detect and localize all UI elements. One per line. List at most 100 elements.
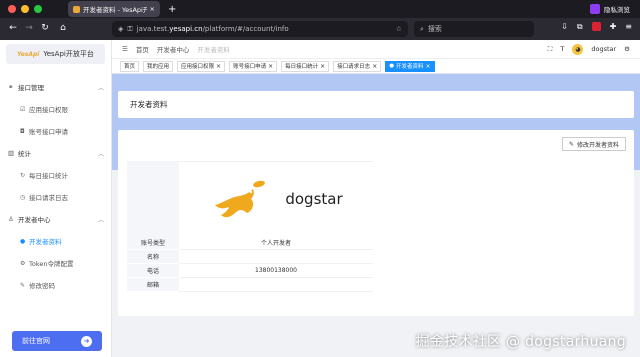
platform-logo[interactable]: YesApi YesApi开放平台	[6, 44, 105, 64]
tag-my-apps[interactable]: 我的应用	[143, 60, 174, 72]
sidebar-item-app-permissions[interactable]: ☑ 应用接口权限	[0, 98, 112, 120]
clock-icon: ◷	[20, 193, 26, 201]
window-controls	[8, 5, 42, 13]
username[interactable]: dogstar	[591, 45, 616, 53]
close-tag-icon[interactable]: ×	[216, 63, 221, 70]
breadcrumb-current: 开发者资料	[197, 46, 230, 54]
sidebar-item-change-password[interactable]: ✎ 修改密码	[0, 274, 112, 296]
tag-request-log[interactable]: 接口请求日志 ×	[333, 60, 382, 72]
collapse-menu-icon[interactable]: ☰	[122, 45, 128, 53]
field-label: 电话	[127, 264, 179, 278]
close-tag-icon[interactable]: ×	[320, 63, 325, 70]
sidebar-item-token-config[interactable]: ⚙ Token令牌配置	[0, 252, 112, 274]
chevron-up-icon: ︿	[97, 216, 104, 224]
favicon-icon	[73, 5, 80, 13]
profile-row-account-type: 账号类型 个人开发者	[127, 236, 373, 250]
puzzle-icon[interactable]: ✚	[610, 22, 617, 32]
close-tag-icon[interactable]: ×	[268, 63, 273, 70]
minimize-window-button[interactable]	[21, 5, 29, 13]
breadcrumb-developer-center[interactable]: 开发者中心	[157, 44, 190, 54]
field-label: 名称	[127, 250, 179, 264]
profile-row-email: 邮箱	[127, 278, 373, 292]
breadcrumb-home[interactable]: 首页	[136, 44, 149, 54]
profile-card: ✎ 修改开发者资料 dogstar 账号类型 个人开发者 名称 电话 13800…	[118, 130, 634, 316]
shield-icon: ◈	[118, 25, 124, 33]
settings-icon[interactable]: ⚙	[624, 45, 630, 53]
close-tag-icon[interactable]: ×	[426, 63, 431, 70]
new-tab-button[interactable]: +	[168, 4, 176, 15]
chevron-up-icon: ︿	[97, 84, 104, 92]
chevron-up-icon: ︿	[97, 150, 104, 158]
menu-group-label: 统计	[18, 150, 31, 158]
edit-icon: ✎	[568, 140, 574, 148]
tag-app-permissions[interactable]: 应用接口权限 ×	[177, 60, 226, 72]
private-browsing-icon	[590, 4, 600, 14]
bookmark-star-icon[interactable]: ☆	[396, 25, 402, 33]
search-icon: ⌕	[420, 24, 424, 33]
toolbar-icons: ⇩ ⧉ ✚ ≡	[561, 22, 632, 32]
menu-group-stats[interactable]: ▥ 统计 ︿	[0, 142, 112, 164]
profile-row-name: 名称	[127, 250, 373, 264]
profile-logo-name: dogstar	[285, 190, 343, 208]
go-button-label: 前往官网	[22, 337, 50, 345]
forward-icon[interactable]: →	[22, 23, 36, 33]
font-size-icon[interactable]: T	[560, 45, 564, 53]
settings-icon: ⚙	[20, 259, 26, 267]
sidebar-item-label: 修改密码	[29, 282, 55, 290]
tags-view-bar: 首页 我的应用 应用接口权限 × 账号接口申请 × 每日接口统计 × 接口请求日志 × …	[112, 58, 640, 74]
label-cell	[127, 161, 179, 236]
page-title: 开发者资料	[118, 91, 634, 118]
field-value	[179, 278, 373, 292]
close-tab-icon[interactable]: ×	[150, 5, 155, 13]
menu-group-api[interactable]: ⚭ 接口管理 ︿	[0, 76, 112, 98]
reload-icon[interactable]: ↻	[38, 23, 52, 33]
key-icon: ⚿	[127, 24, 133, 33]
tag-home[interactable]: 首页	[120, 60, 140, 72]
avatar[interactable]: ◕	[572, 43, 584, 55]
sidebar-item-daily-stats[interactable]: ↻ 每日接口统计	[0, 164, 112, 186]
url-text: java.test.yesapi.cn/platform/#/account/i…	[136, 25, 289, 33]
tag-account-apply[interactable]: 账号接口申请 ×	[229, 60, 278, 72]
download-icon[interactable]: ⇩	[561, 22, 568, 32]
edit-icon: ✎	[20, 281, 26, 289]
private-browsing-indicator: 隐私浏览	[590, 4, 630, 14]
profile-table: dogstar 账号类型 个人开发者 名称 电话 13800138000 邮箱	[127, 161, 373, 292]
close-tag-icon[interactable]: ×	[372, 63, 377, 70]
sidebar-item-label: 应用接口权限	[29, 106, 68, 114]
search-bar[interactable]: ⌕ 搜索	[414, 21, 534, 37]
edit-profile-label: 修改开发者资料	[576, 141, 619, 149]
close-window-button[interactable]	[8, 5, 16, 13]
browser-tab[interactable]: 开发者资料 - YesApi开放平台 ×	[68, 1, 160, 17]
fullscreen-icon[interactable]: ⛶	[548, 45, 553, 54]
sidebar-item-label: 接口请求日志	[29, 194, 68, 202]
extensions-icon[interactable]: ⧉	[577, 22, 583, 32]
info-icon: ●	[20, 237, 26, 245]
browser-tab-bar: 开发者资料 - YesApi开放平台 × + 隐私浏览	[0, 0, 640, 18]
menu-group-developer[interactable]: ♙ 开发者中心 ︿	[0, 208, 112, 230]
sidebar-item-developer-profile[interactable]: ● 开发者资料	[0, 230, 112, 252]
top-bar: ☰ 首页 开发者中心 开发者资料 ⛶ T ◕ dogstar ⚙	[112, 40, 640, 58]
sidebar-item-label: Token令牌配置	[29, 260, 74, 268]
extension-icon[interactable]	[591, 22, 601, 31]
tag-daily-stats[interactable]: 每日接口统计 ×	[281, 60, 330, 72]
field-value: 13800138000	[179, 264, 373, 278]
tag-developer-profile[interactable]: ● 开发者资料 ×	[385, 60, 435, 72]
go-official-site-button[interactable]: 前往官网 ➜	[12, 331, 102, 351]
user-icon: ♙	[8, 215, 14, 223]
zoom-window-button[interactable]	[34, 5, 42, 13]
bar-chart-icon: ▥	[8, 149, 15, 157]
sidebar-item-label: 开发者资料	[29, 238, 62, 246]
search-input[interactable]: 搜索	[428, 24, 442, 34]
menu-icon[interactable]: ≡	[625, 22, 632, 32]
logo-mark: YesApi	[17, 50, 40, 58]
edit-profile-button[interactable]: ✎ 修改开发者资料	[561, 137, 626, 151]
sidebar-item-request-log[interactable]: ◷ 接口请求日志	[0, 186, 112, 208]
sidebar-item-label: 账号接口申请	[29, 128, 68, 136]
apply-icon: ◘	[20, 127, 25, 135]
private-browsing-label: 隐私浏览	[604, 6, 630, 14]
sidebar-item-account-apply[interactable]: ◘ 账号接口申请	[0, 120, 112, 142]
home-icon[interactable]: ⌂	[56, 23, 70, 33]
address-bar[interactable]: ◈ ⚿ java.test.yesapi.cn/platform/#/accou…	[112, 21, 408, 37]
back-icon[interactable]: ←	[6, 23, 20, 33]
refresh-icon: ↻	[20, 171, 26, 179]
